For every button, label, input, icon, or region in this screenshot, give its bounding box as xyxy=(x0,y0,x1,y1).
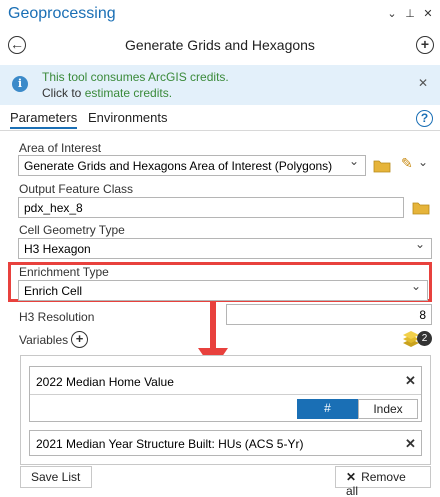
output-feature-class-input[interactable]: pdx_hex_8 xyxy=(18,197,404,218)
area-of-interest-label: Area of Interest xyxy=(19,141,102,155)
pencil-icon[interactable]: ✎ xyxy=(401,155,413,172)
remove-all-button[interactable]: ✕ Remove all xyxy=(335,466,431,497)
close-pane-button[interactable]: ✕ xyxy=(420,6,436,22)
hash-toggle-button[interactable]: # xyxy=(297,399,358,419)
enrichment-type-select[interactable]: Enrich Cell xyxy=(18,280,428,301)
variable-name: 2022 Median Home Value xyxy=(36,375,174,389)
h3-resolution-label: H3 Resolution xyxy=(19,310,95,324)
variables-label: Variables xyxy=(19,333,69,347)
folder-icon[interactable] xyxy=(412,201,430,215)
tool-title: Generate Grids and Hexagons xyxy=(125,37,315,53)
h3-resolution-input[interactable]: 8 xyxy=(226,304,432,325)
save-list-button[interactable]: Save List xyxy=(20,466,92,488)
index-toggle-button[interactable]: Index xyxy=(358,399,418,419)
folder-icon[interactable] xyxy=(373,159,391,173)
tool-tabs: Parameters Environments ? xyxy=(0,107,440,131)
estimate-credits-link[interactable]: estimate credits. xyxy=(85,86,172,100)
estimate-message: Click to estimate credits. xyxy=(42,86,172,100)
estimate-prefix: Click to xyxy=(42,86,85,100)
remove-variable-button[interactable]: ✕ xyxy=(405,436,416,452)
add-variables-button[interactable]: + xyxy=(71,331,88,348)
pane-title-bar: Geoprocessing ⌄ ⊥ ✕ xyxy=(0,0,440,30)
variable-name: 2021 Median Year Structure Built: HUs (A… xyxy=(36,437,304,451)
variables-list: 2022 Median Home Value ✕ # Index 2021 Me… xyxy=(20,355,431,465)
pencil-dropdown-chevron-icon[interactable]: ⌄ xyxy=(418,155,428,169)
add-tool-button[interactable]: + xyxy=(416,36,434,54)
variables-count-badge: 2 xyxy=(417,331,432,346)
output-feature-class-label: Output Feature Class xyxy=(19,182,134,196)
pane-menu-button[interactable]: ⌄ xyxy=(384,6,400,22)
info-icon: i xyxy=(12,76,28,92)
close-banner-button[interactable]: ✕ xyxy=(418,76,428,90)
close-icon: ✕ xyxy=(346,470,357,484)
cell-geometry-type-label: Cell Geometry Type xyxy=(19,223,125,237)
pane-title: Geoprocessing xyxy=(8,5,116,22)
list-item: 2022 Median Home Value ✕ # Index xyxy=(29,366,422,422)
credits-info-banner: i This tool consumes ArcGIS credits. Cli… xyxy=(0,65,440,105)
back-button[interactable]: ← xyxy=(8,36,26,54)
area-of-interest-select[interactable]: Generate Grids and Hexagons Area of Inte… xyxy=(18,155,366,176)
credits-message: This tool consumes ArcGIS credits. xyxy=(42,70,229,84)
enrichment-type-label: Enrichment Type xyxy=(19,265,109,279)
remove-variable-button[interactable]: ✕ xyxy=(405,373,416,389)
pin-icon[interactable]: ⊥ xyxy=(402,6,418,22)
tab-parameters[interactable]: Parameters xyxy=(10,110,78,129)
tab-environments[interactable]: Environments xyxy=(88,110,167,125)
list-item: 2021 Median Year Structure Built: HUs (A… xyxy=(29,430,422,456)
annotation-arrow-shaft xyxy=(210,302,216,350)
cell-geometry-type-select[interactable]: H3 Hexagon xyxy=(18,238,432,259)
tool-header: Generate Grids and Hexagons ← + xyxy=(0,30,440,60)
help-icon[interactable]: ? xyxy=(416,110,433,127)
